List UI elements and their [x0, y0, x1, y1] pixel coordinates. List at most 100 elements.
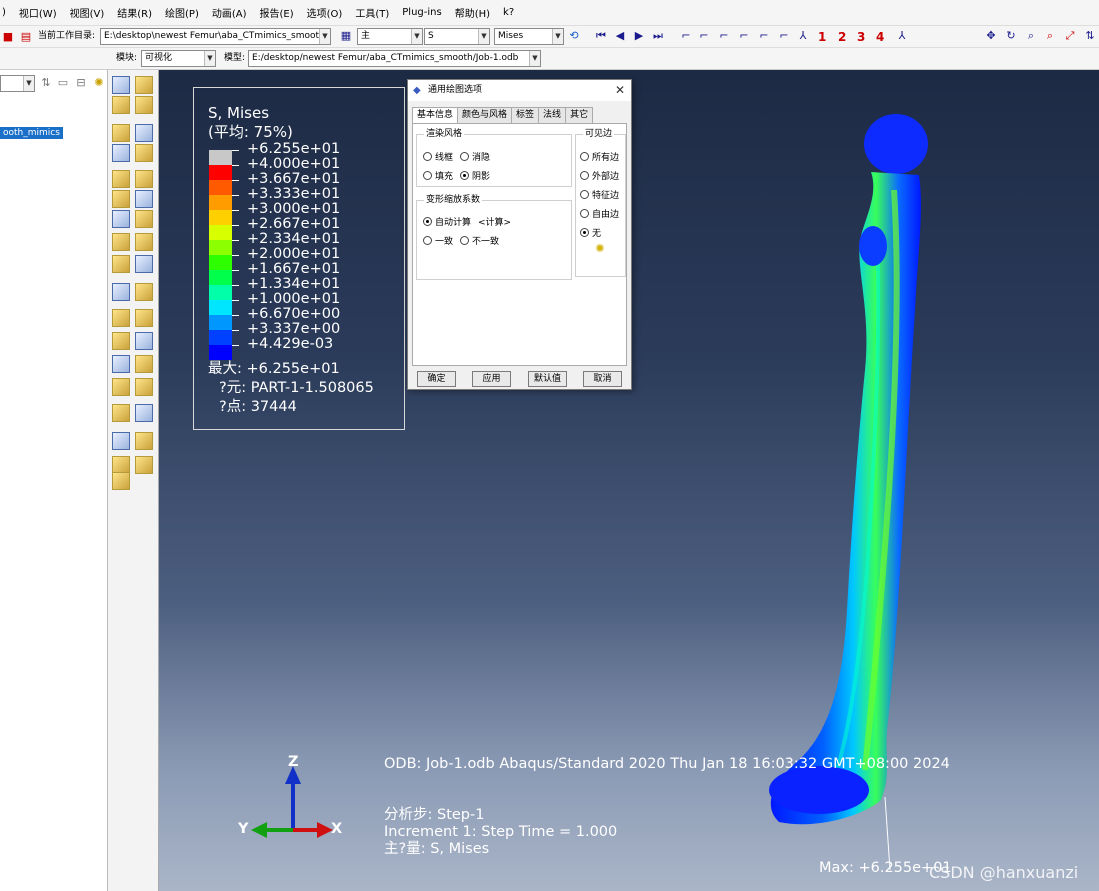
menu-item[interactable]: 选项(O) [307, 5, 343, 20]
toolbox-tool-icon[interactable] [112, 472, 130, 490]
toolbox-tool-icon[interactable] [112, 144, 130, 162]
radio-button[interactable] [423, 217, 432, 226]
radio-filled[interactable]: 填充 [423, 169, 453, 182]
cycle-views-icon[interactable]: ⇅ [1082, 28, 1098, 44]
ok-button[interactable]: 确定 [417, 371, 456, 387]
toolbox-tool-icon[interactable] [112, 378, 130, 396]
menu-item[interactable]: Plug-ins [402, 7, 441, 18]
tree-item-selected[interactable]: ooth_mimics [0, 127, 63, 139]
auto-fit-icon[interactable]: ⤢ [1062, 28, 1078, 44]
previous-frame-icon[interactable]: ◀ [612, 28, 628, 44]
chevron-down-icon[interactable]: ▼ [411, 29, 422, 44]
tab-color-style[interactable]: 颜色与风格 [457, 107, 513, 124]
view-1-button[interactable]: 1 [818, 29, 826, 45]
view-yx-icon[interactable]: ⌐ [696, 28, 712, 44]
close-icon[interactable]: ✕ [615, 80, 625, 101]
view-4-button[interactable]: 4 [876, 29, 884, 45]
radio-button[interactable] [580, 209, 589, 218]
tab-labels[interactable]: 标签 [511, 107, 540, 124]
toolbox-tool-icon[interactable] [135, 404, 153, 422]
workdir-select[interactable]: E:\desktop\newest Femur\aba_CTmimics_smo… [100, 28, 331, 45]
iso-view-icon[interactable]: ⅄ [795, 28, 811, 44]
menu-item[interactable]: 动画(A) [212, 5, 247, 20]
toolbox-tool-icon[interactable] [135, 283, 153, 301]
toolbox-tool-icon[interactable] [112, 233, 130, 251]
radio-exterior-edges[interactable]: 外部边 [580, 169, 619, 182]
radio-nonuniform[interactable]: 不一致 [460, 234, 499, 247]
radio-button[interactable] [423, 152, 432, 161]
toolbox-tool-icon[interactable] [112, 210, 130, 228]
view-xz-icon[interactable]: ⌐ [736, 28, 752, 44]
contour-legend[interactable]: S, Mises (平均: 75%) 最大: +6.255e+01 ?元: PA… [193, 87, 405, 430]
menu-item[interactable]: 工具(T) [355, 5, 389, 20]
toolbox-tool-icon[interactable] [112, 255, 130, 273]
menu-item[interactable]: 绘图(P) [165, 5, 199, 20]
tree-sort-icon[interactable]: ⇅ [38, 75, 54, 91]
first-frame-icon[interactable]: ⏮ [593, 28, 609, 44]
radio-button[interactable] [580, 228, 589, 237]
triad-view-icon[interactable]: ⅄ [894, 28, 910, 44]
toolbox-tool-icon[interactable] [112, 432, 130, 450]
view-zy-icon[interactable]: ⌐ [776, 28, 792, 44]
module-select[interactable]: 可视化 ▼ [141, 50, 216, 67]
zoom-icon[interactable]: ⌕ [1023, 28, 1039, 44]
radio-button[interactable] [460, 171, 469, 180]
menu-item[interactable]: 视口(W) [19, 5, 57, 20]
toolbox-tool-icon[interactable] [112, 76, 130, 94]
tab-other[interactable]: 其它 [565, 107, 594, 124]
radio-button[interactable] [460, 152, 469, 161]
toolbox-tool-icon[interactable] [135, 432, 153, 450]
step-frame-icon[interactable]: ▦ [338, 28, 354, 44]
invariant-select[interactable]: Mises ▼ [494, 28, 564, 45]
radio-button[interactable] [423, 236, 432, 245]
toolbox-tool-icon[interactable] [135, 124, 153, 142]
save-icon[interactable]: ■ [0, 29, 16, 45]
toolbox-tool-icon[interactable] [135, 456, 153, 474]
menu-item[interactable]: 报告(E) [260, 5, 294, 20]
view-2-button[interactable]: 2 [838, 29, 846, 45]
toolbox-tool-icon[interactable] [135, 378, 153, 396]
lightbulb-icon[interactable]: ✺ [592, 241, 608, 257]
step-select[interactable]: 主 ▼ [357, 28, 423, 45]
toolbox-tool-icon[interactable] [112, 96, 130, 114]
radio-shaded[interactable]: 阴影 [460, 169, 490, 182]
toolbox-tool-icon[interactable] [135, 332, 153, 350]
radio-all-edges[interactable]: 所有边 [580, 150, 619, 163]
view-xy-icon[interactable]: ⌐ [678, 28, 694, 44]
view-zx-icon[interactable]: ⌐ [716, 28, 732, 44]
toolbox-tool-icon[interactable] [135, 170, 153, 188]
toolbox-tool-icon[interactable] [135, 309, 153, 327]
radio-auto-compute[interactable]: 自动计算 <计算> [423, 215, 511, 228]
radio-uniform[interactable]: 一致 [423, 234, 453, 247]
menu-item[interactable]: 结果(R) [117, 5, 152, 20]
toolbox-tool-icon[interactable] [135, 255, 153, 273]
tab-basic[interactable]: 基本信息 [412, 107, 459, 124]
tree-filter-icon[interactable]: ⊟ [73, 75, 89, 91]
chevron-down-icon[interactable]: ▼ [552, 29, 563, 44]
chevron-down-icon[interactable]: ▼ [204, 51, 215, 66]
field-output-select[interactable]: S ▼ [424, 28, 490, 45]
menu-item[interactable]: k? [503, 7, 514, 18]
apply-button[interactable]: 应用 [472, 371, 511, 387]
toolbox-tool-icon[interactable] [112, 190, 130, 208]
refresh-icon[interactable]: ⟲ [566, 28, 582, 44]
chevron-down-icon[interactable]: ▼ [478, 29, 489, 44]
menu-item[interactable]: 视图(V) [70, 5, 105, 20]
radio-button[interactable] [580, 190, 589, 199]
defaults-button[interactable]: 默认值 [528, 371, 567, 387]
toolbox-tool-icon[interactable] [112, 404, 130, 422]
radio-button[interactable] [580, 152, 589, 161]
database-icon[interactable]: ▤ [18, 29, 34, 45]
lightbulb-icon[interactable]: ✺ [91, 75, 107, 91]
tree-filter-select[interactable]: ▼ [0, 75, 35, 92]
radio-free-edges[interactable]: 自由边 [580, 207, 619, 220]
toolbox-tool-icon[interactable] [135, 190, 153, 208]
toolbox-tool-icon[interactable] [135, 233, 153, 251]
cancel-button[interactable]: 取消 [583, 371, 622, 387]
tab-normals[interactable]: 法线 [538, 107, 567, 124]
radio-button[interactable] [460, 236, 469, 245]
dialog-titlebar[interactable]: ◆ 通用绘图选项 ✕ [408, 80, 631, 101]
toolbox-tool-icon[interactable] [112, 124, 130, 142]
toolbox-tool-icon[interactable] [135, 210, 153, 228]
toolbox-tool-icon[interactable] [112, 332, 130, 350]
